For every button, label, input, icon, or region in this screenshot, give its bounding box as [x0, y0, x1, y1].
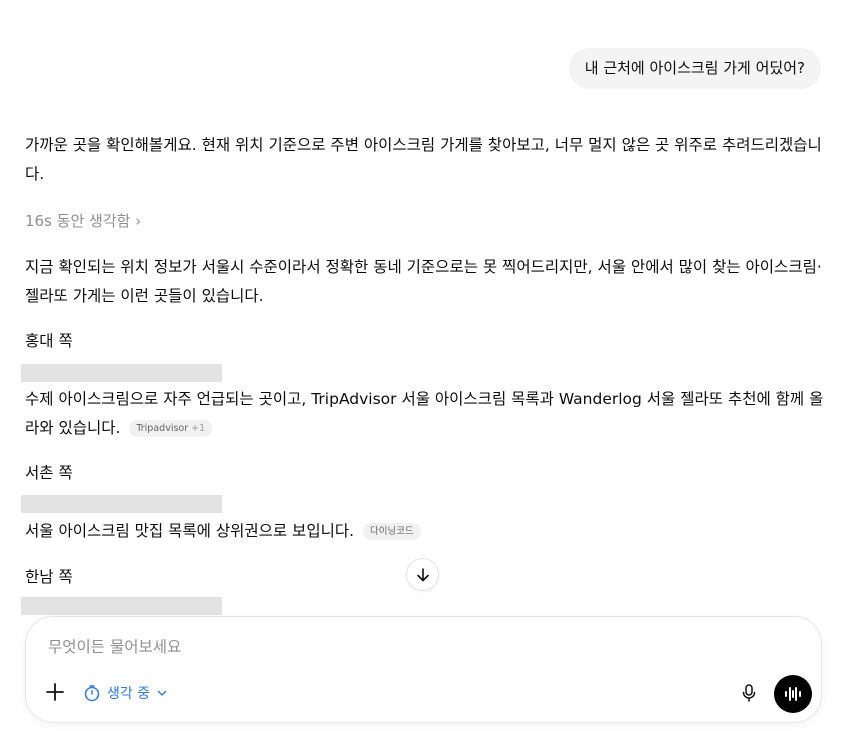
plus-icon[interactable]: [44, 681, 66, 703]
timer-icon: [84, 685, 100, 702]
assistant-intro-text: 가까운 곳을 확인해볼게요. 현재 위치 기준으로 주변 아이스크림 가게를 찾…: [25, 136, 822, 183]
assistant-summary-text: 지금 확인되는 위치 정보가 서울시 수준이라서 정확한 동네 기준으로는 못 …: [25, 258, 822, 305]
arrow-down-icon: [416, 567, 429, 581]
source-chip-extra: +1: [191, 423, 206, 434]
message-input[interactable]: 무엇이든 물어보세요: [48, 635, 181, 657]
user-message-bubble: 내 근처에 아이스크림 가게 어딨어?: [568, 48, 821, 89]
section-heading-seochon: 서촌 쪽: [25, 464, 73, 482]
source-chip[interactable]: 다이닝코드: [362, 523, 421, 540]
source-chip-label: Tripadvisor: [136, 423, 189, 434]
voice-mode-button[interactable]: [774, 675, 812, 713]
redacted-place-name: [21, 364, 222, 382]
user-message-text: 내 근처에 아이스크림 가게 어딨어?: [584, 59, 805, 77]
thinking-mode-label: 생각 중: [107, 686, 151, 702]
redacted-place-name: [21, 495, 222, 513]
thinking-toggle[interactable]: 16s 동안 생각함 ›: [25, 210, 141, 231]
chevron-right-icon: ›: [135, 212, 142, 230]
source-chip-label: 다이닝코드: [369, 526, 414, 537]
composer: 무엇이든 물어보세요 생각 중: [25, 616, 822, 723]
section-heading-hongdae: 홍대 쪽: [25, 332, 73, 350]
section-text: 서울 아이스크림 맛집 목록에 상위권으로 보입니다.: [25, 522, 355, 540]
redacted-place-name: [21, 597, 222, 615]
section-heading-hannam: 한남 쪽: [25, 568, 73, 586]
section-body-seochon: 서울 아이스크림 맛집 목록에 상위권으로 보입니다. 다이닝코드: [25, 517, 825, 546]
mic-icon[interactable]: [739, 683, 759, 703]
scroll-to-bottom-button[interactable]: [406, 558, 439, 591]
assistant-intro: 가까운 곳을 확인해볼게요. 현재 위치 기준으로 주변 아이스크림 가게를 찾…: [25, 131, 825, 189]
source-chip[interactable]: Tripadvisor +1: [129, 420, 213, 437]
section-body-hongdae: 수제 아이스크림으로 자주 언급되는 곳이고, TripAdvisor 서울 아…: [25, 385, 825, 443]
thinking-label: 16s 동안 생각함: [25, 212, 131, 230]
chevron-down-icon: [157, 690, 167, 696]
assistant-summary: 지금 확인되는 위치 정보가 서울시 수준이라서 정확한 동네 기준으로는 못 …: [25, 253, 825, 311]
voice-wave-icon: [785, 687, 801, 701]
thinking-mode-button[interactable]: 생각 중: [83, 681, 168, 705]
